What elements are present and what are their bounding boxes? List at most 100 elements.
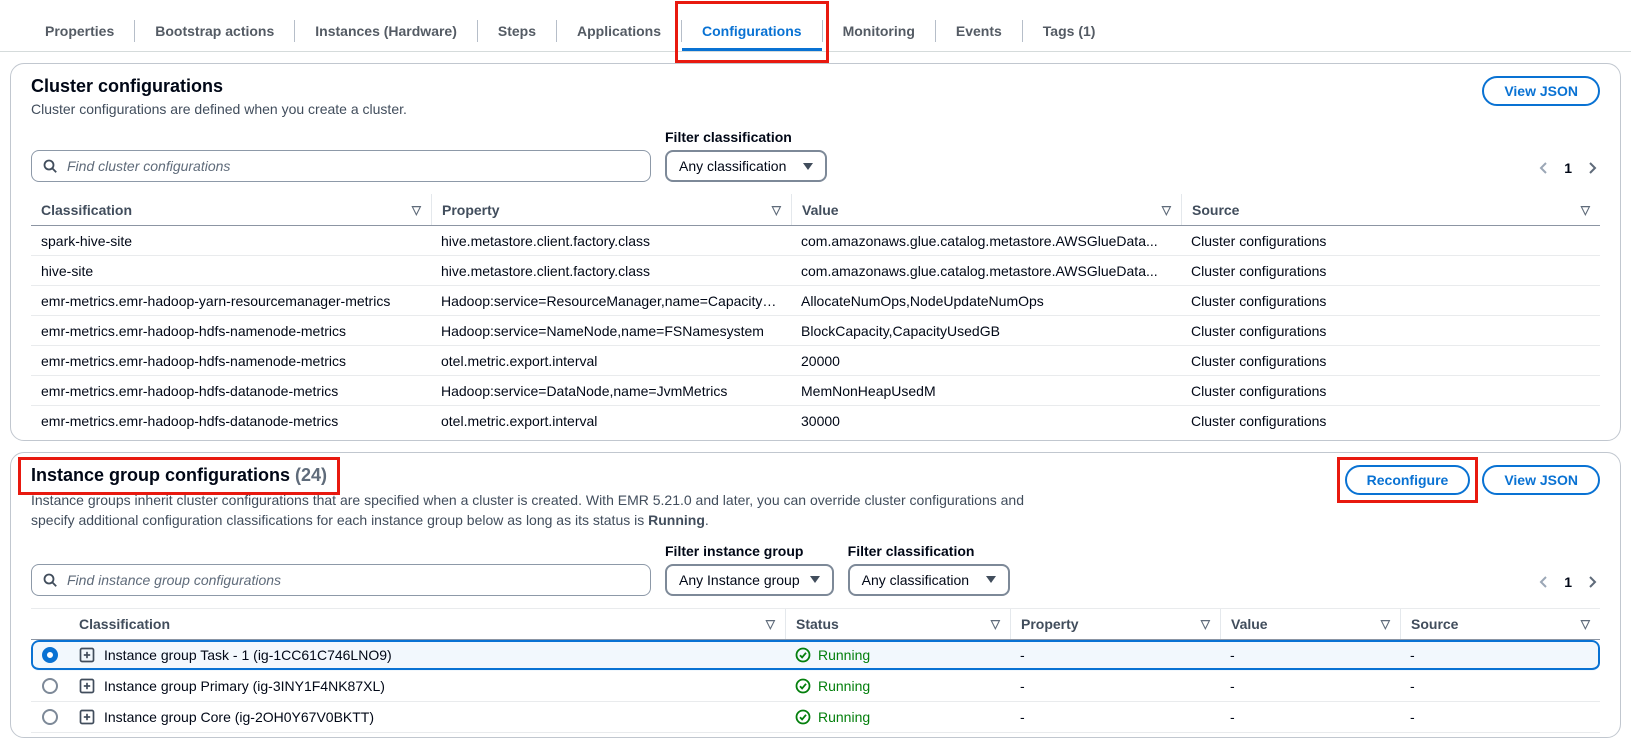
section-description: Instance groups inherit cluster configur… [31,490,1031,531]
instance-group-row[interactable]: Instance group Primary (ig-3INY1F4NK87XL… [31,671,1600,702]
cluster-search-input[interactable] [67,158,640,174]
instance-group-table-header: Classification ▽ Status ▽ Property ▽ Val… [31,608,1600,640]
column-header-classification[interactable]: Classification ▽ [69,609,785,639]
cell-source: Cluster configurations [1181,413,1600,429]
status-success-icon [795,678,811,694]
tab-tags[interactable]: Tags (1) [1023,10,1116,51]
tab-label: Instances (Hardware) [315,23,457,39]
instance-group-row[interactable]: Instance group Core (ig-2OH0Y67V0BKTT) R… [31,702,1600,733]
column-label: Classification [41,202,132,218]
column-header-value[interactable]: Value ▽ [791,194,1181,225]
instance-group-search-input[interactable] [67,572,640,588]
tab-label: Events [956,23,1002,39]
column-header-source[interactable]: Source ▽ [1400,609,1600,639]
tab-configurations[interactable]: Configurations [682,10,822,51]
cell-value: 30000 [791,413,1181,429]
sort-icon[interactable]: ▽ [404,203,421,217]
column-header-property[interactable]: Property ▽ [431,194,791,225]
tab-events[interactable]: Events [936,10,1022,51]
tab-bootstrap-actions[interactable]: Bootstrap actions [135,10,294,51]
section-title: Instance group configurations (24) [31,465,327,486]
row-radio[interactable] [42,678,58,694]
expand-row-icon[interactable] [79,709,95,725]
expand-row-icon[interactable] [79,678,95,694]
tab-steps[interactable]: Steps [478,10,556,51]
cluster-search-box[interactable] [31,150,651,182]
sort-icon[interactable]: ▽ [758,617,775,631]
page-number[interactable]: 1 [1564,160,1572,176]
sort-icon[interactable]: ▽ [1373,617,1390,631]
sort-icon[interactable]: ▽ [1193,617,1210,631]
previous-page-icon[interactable] [1536,574,1552,590]
cell-source: Cluster configurations [1181,353,1600,369]
cell-property: otel.metric.export.interval [431,413,791,429]
tab-label: Properties [45,23,114,39]
expand-row-icon[interactable] [79,647,95,663]
next-page-icon[interactable] [1584,574,1600,590]
table-row[interactable]: emr-metrics.emr-hadoop-yarn-resourcemana… [31,286,1600,316]
cell-property: - [1010,647,1220,663]
instance-group-pagination: 1 [1536,574,1600,596]
column-header-status[interactable]: Status ▽ [785,609,1010,639]
tab-instances-hardware[interactable]: Instances (Hardware) [295,10,477,51]
tab-label: Monitoring [843,23,915,39]
status-badge: Running [818,709,870,725]
column-header-source[interactable]: Source ▽ [1181,194,1600,225]
column-label: Source [1192,202,1239,218]
cell-classification: spark-hive-site [31,233,431,249]
instance-group-header: Instance group configurations (24) Insta… [31,465,1031,531]
next-page-icon[interactable] [1584,160,1600,176]
page-number[interactable]: 1 [1564,574,1572,590]
table-row[interactable]: emr-metrics.emr-hadoop-hdfs-namenode-met… [31,316,1600,346]
dropdown-selected-value: Any Instance group [679,572,800,588]
classification-filter-dropdown[interactable]: Any classification [665,150,827,182]
sort-icon[interactable]: ▽ [1573,617,1590,631]
filter-classification-label: Filter classification [848,543,1010,559]
cell-source: Cluster configurations [1181,323,1600,339]
table-row[interactable]: emr-metrics.emr-hadoop-hdfs-namenode-met… [31,346,1600,376]
tab-properties[interactable]: Properties [25,10,134,51]
row-radio[interactable] [42,709,58,725]
table-row[interactable]: spark-hive-site hive.metastore.client.fa… [31,226,1600,256]
cluster-configurations-card: Cluster configurations Cluster configura… [10,63,1621,441]
instance-group-row[interactable]: Instance group Task - 1 (ig-1CC61C746LNO… [31,640,1600,671]
previous-page-icon[interactable] [1536,160,1552,176]
cell-property: hive.metastore.client.factory.class [431,263,791,279]
row-radio-selected[interactable] [42,647,58,663]
column-header-classification[interactable]: Classification ▽ [31,194,431,225]
chevron-down-icon [810,576,820,583]
cluster-detail-tab-bar: Properties Bootstrap actions Instances (… [0,0,1631,52]
view-json-button[interactable]: View JSON [1482,465,1600,495]
cell-value: com.amazonaws.glue.catalog.metastore.AWS… [791,263,1181,279]
instance-group-configurations-card: Instance group configurations (24) Insta… [10,452,1621,738]
instance-group-search-box[interactable] [31,564,651,596]
cell-source: - [1400,647,1600,663]
cluster-pagination: 1 [1536,160,1600,182]
instance-group-filter-dropdown[interactable]: Any Instance group [665,564,834,596]
filter-instance-group-label: Filter instance group [665,543,834,559]
tab-applications[interactable]: Applications [557,10,681,51]
chevron-down-icon [986,576,996,583]
cell-property: Hadoop:service=DataNode,name=JvmMetrics [431,383,791,399]
status-badge: Running [818,678,870,694]
table-row[interactable]: hive-site hive.metastore.client.factory.… [31,256,1600,286]
sort-icon[interactable]: ▽ [1154,203,1171,217]
tab-label: Bootstrap actions [155,23,274,39]
cluster-filter-bar: Filter classification Any classification… [31,129,1600,182]
column-header-value[interactable]: Value ▽ [1220,609,1400,639]
cell-value: - [1220,709,1400,725]
instance-group-filter-bar: Filter instance group Any Instance group… [31,543,1600,596]
table-row[interactable]: emr-metrics.emr-hadoop-hdfs-datanode-met… [31,376,1600,406]
classification-filter-dropdown[interactable]: Any classification [848,564,1010,596]
reconfigure-button[interactable]: Reconfigure [1345,465,1471,495]
column-header-property[interactable]: Property ▽ [1010,609,1220,639]
filter-classification-label: Filter classification [665,129,827,145]
sort-icon[interactable]: ▽ [983,617,1000,631]
column-label: Property [1021,616,1079,632]
view-json-button[interactable]: View JSON [1482,76,1600,106]
sort-icon[interactable]: ▽ [764,203,781,217]
sort-icon[interactable]: ▽ [1573,203,1590,217]
cell-property: - [1010,709,1220,725]
tab-monitoring[interactable]: Monitoring [823,10,935,51]
table-row[interactable]: emr-metrics.emr-hadoop-hdfs-datanode-met… [31,406,1600,436]
